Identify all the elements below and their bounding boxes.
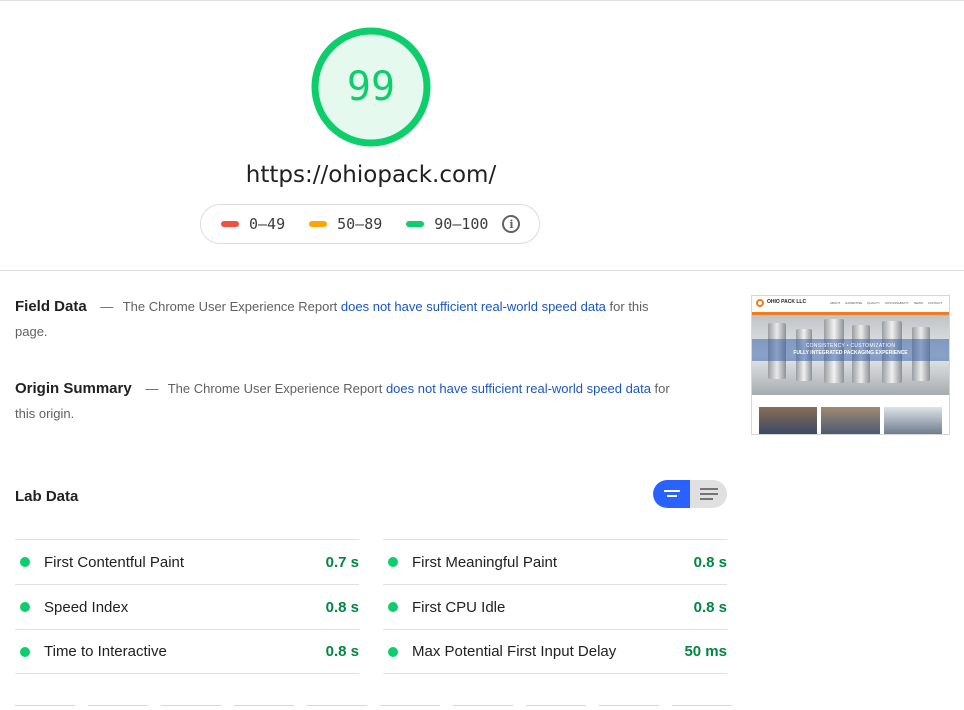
origin-summary-text: The Chrome User Experience Report	[167, 381, 383, 396]
thumb-nav-item: CONTACT	[927, 301, 943, 305]
short-lines-icon	[663, 490, 680, 497]
filmstrip-placeholder	[15, 705, 745, 710]
metric-first-meaningful-paint: First Meaningful Paint 0.8 s	[383, 539, 727, 584]
detailed-view-button[interactable]	[690, 480, 727, 508]
origin-summary-section: Origin Summary — The Chrome User Experie…	[15, 376, 675, 426]
pass-dot-icon	[20, 646, 30, 657]
filmstrip-frame	[453, 705, 513, 710]
thumb-nav-item: QUALITY	[867, 301, 880, 305]
field-data-link[interactable]: does not have sufficient real-world spee…	[341, 299, 606, 314]
report-url: https://ohiopack.com/	[245, 162, 497, 188]
metric-time-to-interactive: Time to Interactive 0.8 s	[15, 629, 359, 674]
info-icon[interactable]: i	[502, 215, 521, 233]
filmstrip-frame	[15, 705, 75, 710]
metric-max-potential-fid: Max Potential First Input Delay 50 ms	[383, 629, 727, 674]
lab-metrics-right: First Meaningful Paint 0.8 s First CPU I…	[383, 539, 727, 674]
score-legend: 0–49 50–89 90–100 i	[200, 204, 540, 244]
performance-score: 99	[346, 64, 396, 110]
filmstrip-frame	[672, 705, 732, 710]
field-data-dash: —	[100, 299, 114, 314]
filmstrip-frame	[307, 705, 367, 710]
metric-value: 0.7 s	[325, 553, 359, 571]
filmstrip-frame	[88, 705, 148, 710]
metric-label: Max Potential First Input Delay	[412, 643, 617, 660]
legend-average-swatch	[309, 221, 328, 227]
legend-fail-label: 0–49	[249, 215, 286, 233]
metric-label: Time to Interactive	[44, 643, 167, 660]
thumb-banner-line1: CONSISTENCY • CUSTOMIZATION	[805, 343, 896, 349]
page-screenshot-thumbnail: OHIO PACK LLC ABOUT EXPERTISE QUALITY SU…	[751, 295, 950, 435]
filmstrip-frame	[380, 705, 440, 710]
metric-value: 0.8 s	[325, 643, 359, 660]
metric-value: 0.8 s	[693, 598, 727, 616]
filmstrip-frame	[234, 705, 294, 710]
pass-dot-icon	[388, 602, 398, 612]
field-data-title: Field Data	[15, 298, 87, 315]
field-data-section: Field Data — The Chrome User Experience …	[15, 294, 675, 344]
metric-value: 0.8 s	[693, 553, 727, 571]
filmstrip-frame	[599, 705, 659, 710]
pass-dot-icon	[20, 557, 30, 567]
pass-dot-icon	[20, 602, 30, 612]
metric-speed-index: Speed Index 0.8 s	[15, 584, 359, 629]
legend-pass-label: 90–100	[434, 215, 489, 233]
thumb-nav-item: SUSTAINABILITY	[884, 301, 909, 305]
metric-value: 50 ms	[684, 643, 727, 660]
origin-summary-title: Origin Summary	[15, 380, 132, 397]
thumb-photo	[821, 407, 880, 434]
thumb-nav-item: NEWS	[913, 301, 923, 305]
origin-summary-dash: —	[145, 381, 159, 396]
metrics-view-toggle[interactable]	[653, 480, 727, 508]
legend-average: 50–89	[309, 215, 382, 233]
thumb-header: OHIO PACK LLC ABOUT EXPERTISE QUALITY SU…	[752, 296, 949, 313]
thumb-logo-text: OHIO PACK LLC	[767, 299, 807, 305]
pass-dot-icon	[388, 646, 398, 657]
metric-value: 0.8 s	[325, 598, 359, 616]
thumb-logo-icon	[756, 299, 764, 307]
metric-label: First Meaningful Paint	[412, 553, 558, 571]
legend-pass-swatch	[406, 221, 425, 227]
thumb-hero: CONSISTENCY • CUSTOMIZATION FULLY INTEGR…	[752, 315, 949, 395]
metric-label: First CPU Idle	[412, 598, 506, 616]
legend-average-label: 50–89	[337, 215, 383, 233]
legend-fail-swatch	[221, 221, 239, 227]
thumb-banner-line2: FULLY INTEGRATED PACKAGING EXPERIENCE	[793, 350, 908, 356]
legend-fail: 0–49	[221, 215, 285, 233]
filmstrip-frame	[526, 705, 586, 710]
metric-label: Speed Index	[44, 598, 129, 616]
section-divider	[0, 270, 964, 271]
metric-first-contentful-paint: First Contentful Paint 0.7 s	[15, 539, 359, 584]
origin-summary-link[interactable]: does not have sufficient real-world spee…	[386, 381, 651, 396]
top-divider	[0, 0, 964, 1]
pass-dot-icon	[388, 557, 398, 567]
thumb-photo	[884, 407, 942, 434]
legend-pass: 90–100	[406, 215, 488, 233]
filmstrip-frame	[161, 705, 221, 710]
lab-metrics-left: First Contentful Paint 0.7 s Speed Index…	[15, 539, 359, 674]
metric-label: First Contentful Paint	[44, 553, 185, 571]
summary-view-button[interactable]	[653, 480, 690, 508]
lab-data-title: Lab Data	[15, 488, 79, 505]
metric-first-cpu-idle: First CPU Idle 0.8 s	[383, 584, 727, 629]
thumb-nav-item: EXPERTISE	[845, 301, 863, 305]
performance-score-gauge: 99	[311, 27, 431, 147]
thumb-photo	[759, 407, 817, 434]
list-lines-icon	[699, 488, 718, 500]
thumb-nav-item: ABOUT	[830, 301, 841, 305]
field-data-text: The Chrome User Experience Report	[122, 299, 338, 314]
thumb-nav: ABOUT EXPERTISE QUALITY SUSTAINABILITY N…	[830, 301, 942, 305]
thumb-banner: CONSISTENCY • CUSTOMIZATION FULLY INTEGR…	[752, 339, 949, 361]
